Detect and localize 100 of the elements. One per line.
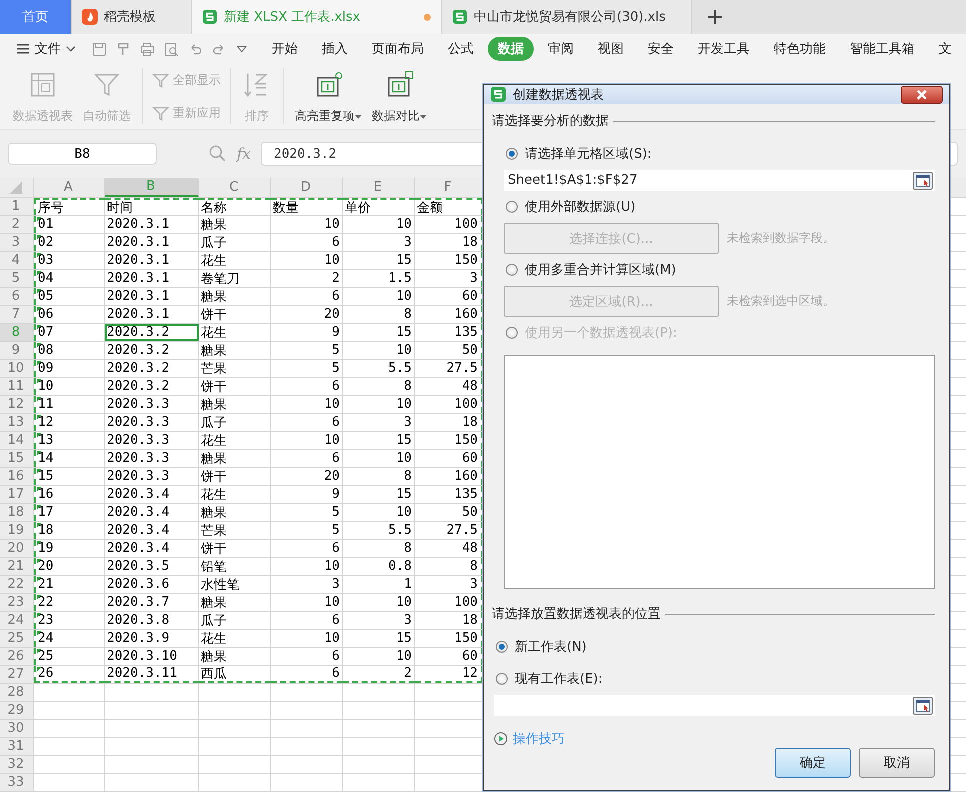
table-cell[interactable]: 21 (34, 576, 105, 593)
table-cell[interactable]: 2020.3.4 (105, 486, 199, 503)
table-cell[interactable]: 22 (34, 594, 105, 611)
save-icon[interactable] (92, 42, 107, 56)
table-cell[interactable]: 2020.3.9 (105, 630, 199, 647)
table-cell[interactable]: 瓜子 (199, 414, 271, 431)
name-box[interactable]: B8 (8, 143, 157, 165)
table-cell[interactable]: 17 (34, 504, 105, 521)
table-cell[interactable]: 26 (34, 666, 105, 683)
table-cell[interactable]: 瓜子 (199, 612, 271, 629)
table-cell[interactable]: 卷笔刀 (199, 270, 271, 287)
table-cell[interactable]: 糖果 (199, 288, 271, 305)
table-cell[interactable]: 8 (343, 306, 415, 323)
ribbon-button[interactable]: 高亮重复项 (290, 68, 367, 127)
table-cell[interactable]: 5 (271, 360, 343, 377)
table-cell[interactable]: 2020.3.1 (105, 306, 199, 323)
table-cell[interactable]: 05 (34, 288, 105, 305)
table-cell[interactable]: 2020.3.11 (105, 666, 199, 683)
table-cell[interactable]: 6 (271, 540, 343, 557)
table-cell[interactable]: 10 (343, 396, 415, 413)
table-cell[interactable]: 10 (271, 252, 343, 269)
row-header[interactable]: 23 (0, 594, 34, 611)
row-header[interactable]: 32 (0, 756, 34, 773)
table-cell[interactable]: 2020.3.3 (105, 396, 199, 413)
table-cell[interactable]: 25 (34, 648, 105, 665)
row-header[interactable]: 25 (0, 630, 34, 647)
radio-button[interactable] (506, 201, 518, 213)
table-cell[interactable]: 6 (271, 666, 343, 683)
table-cell[interactable]: 2020.3.1 (105, 288, 199, 305)
table-cell[interactable]: 15 (343, 252, 415, 269)
range-picker-button[interactable] (913, 172, 933, 190)
cancel-button[interactable]: 取消 (859, 748, 935, 778)
table-cell[interactable]: 18 (34, 522, 105, 539)
tab[interactable]: 中山市龙悦贸易有限公司(30).xls (442, 0, 692, 34)
new-tab-button[interactable]: + (692, 0, 738, 34)
table-cell[interactable]: 2 (271, 270, 343, 287)
row-header[interactable]: 12 (0, 396, 34, 413)
table-cell[interactable]: 糖果 (199, 450, 271, 467)
row-header[interactable]: 7 (0, 306, 34, 323)
table-cell[interactable]: 单价 (343, 198, 415, 215)
print-icon[interactable] (140, 42, 155, 56)
ribbon-tab[interactable]: 文 (929, 37, 962, 61)
table-cell[interactable]: 6 (271, 612, 343, 629)
table-cell[interactable]: 03 (34, 252, 105, 269)
radio-button[interactable] (506, 264, 518, 276)
row-header[interactable]: 1 (0, 198, 34, 215)
table-cell[interactable]: 2020.3.2 (105, 360, 199, 377)
table-cell[interactable]: 6 (271, 450, 343, 467)
ok-button[interactable]: 确定 (775, 748, 851, 778)
table-cell[interactable]: 3 (343, 414, 415, 431)
table-cell[interactable]: 1.5 (343, 270, 415, 287)
table-cell[interactable]: 10 (343, 594, 415, 611)
ribbon-tab[interactable]: 审阅 (538, 37, 584, 61)
radio-label[interactable]: 使用多重合并计算区域(M) (525, 261, 676, 279)
table-cell[interactable]: 2020.3.7 (105, 594, 199, 611)
table-cell[interactable]: 2020.3.3 (105, 450, 199, 467)
table-cell[interactable]: 2020.3.1 (105, 216, 199, 233)
ribbon-tab[interactable]: 智能工具箱 (840, 37, 925, 61)
table-cell[interactable]: 2020.3.4 (105, 522, 199, 539)
table-cell[interactable]: 8 (343, 468, 415, 485)
table-cell[interactable]: 饼干 (199, 378, 271, 395)
table-cell[interactable]: 数量 (271, 198, 343, 215)
row-header[interactable]: 16 (0, 468, 34, 485)
table-cell[interactable]: 2020.3.1 (105, 270, 199, 287)
ribbon-tab[interactable]: 安全 (638, 37, 684, 61)
table-cell[interactable]: 10 (271, 558, 343, 575)
table-cell[interactable]: 3 (343, 234, 415, 251)
table-cell[interactable]: 10 (343, 504, 415, 521)
table-cell[interactable]: 2020.3.3 (105, 432, 199, 449)
table-cell[interactable]: 15 (343, 486, 415, 503)
table-cell[interactable]: 糖果 (199, 504, 271, 521)
table-cell[interactable]: 2020.3.4 (105, 504, 199, 521)
table-cell[interactable]: 糖果 (199, 648, 271, 665)
row-header[interactable]: 24 (0, 612, 34, 629)
table-cell[interactable]: 6 (271, 414, 343, 431)
table-cell[interactable]: 花生 (199, 324, 271, 341)
table-cell[interactable]: 2020.3.2 (105, 342, 199, 359)
table-cell[interactable]: 名称 (199, 198, 271, 215)
table-cell[interactable]: 15 (343, 324, 415, 341)
table-cell[interactable]: 芒果 (199, 360, 271, 377)
table-cell[interactable]: 2020.3.3 (105, 414, 199, 431)
row-header[interactable]: 13 (0, 414, 34, 431)
preview-icon[interactable] (164, 42, 179, 56)
table-cell[interactable]: 5.5 (343, 522, 415, 539)
row-header[interactable]: 14 (0, 432, 34, 449)
table-cell[interactable]: 水性笔 (199, 576, 271, 593)
ribbon-button[interactable]: 数据对比 (367, 68, 432, 127)
table-cell[interactable]: 10 (343, 342, 415, 359)
table-cell[interactable]: 5.5 (343, 360, 415, 377)
row-header[interactable]: 18 (0, 504, 34, 521)
table-cell[interactable]: 3 (343, 612, 415, 629)
table-cell[interactable]: 6 (271, 378, 343, 395)
row-header[interactable]: 27 (0, 666, 34, 683)
table-cell[interactable]: 6 (271, 648, 343, 665)
row-header[interactable]: 19 (0, 522, 34, 539)
table-cell[interactable]: 糖果 (199, 396, 271, 413)
row-header[interactable]: 22 (0, 576, 34, 593)
table-cell[interactable]: 瓜子 (199, 234, 271, 251)
table-cell[interactable]: 8 (343, 378, 415, 395)
tab[interactable]: 稻壳模板 (72, 0, 192, 34)
